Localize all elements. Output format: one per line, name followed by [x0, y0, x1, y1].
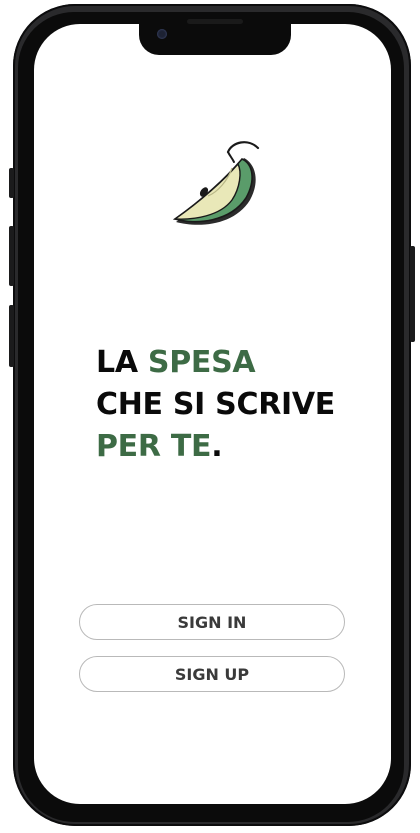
speaker-grille [187, 19, 243, 24]
headline-spesa: SPESA [147, 345, 256, 380]
sign-in-button[interactable]: SIGN IN [79, 604, 345, 640]
headline-line-3: PER TE. [96, 426, 335, 468]
sign-up-button[interactable]: SIGN UP [79, 656, 345, 692]
headline-la: LA [96, 345, 148, 380]
apple-slice-icon [168, 136, 264, 232]
headline-line-2: CHE SI SCRIVE [96, 387, 335, 422]
headline-line-1: LA SPESA [96, 342, 335, 384]
headline-period: . [211, 429, 223, 464]
silent-switch [9, 168, 14, 198]
headline: LA SPESA CHE SI SCRIVE PER TE. [96, 342, 335, 468]
power-button [410, 246, 415, 342]
front-camera-icon [157, 29, 167, 39]
notch [139, 19, 291, 55]
headline-per-te: PER TE [96, 429, 212, 464]
volume-down-button [9, 305, 14, 367]
volume-up-button [9, 226, 14, 286]
